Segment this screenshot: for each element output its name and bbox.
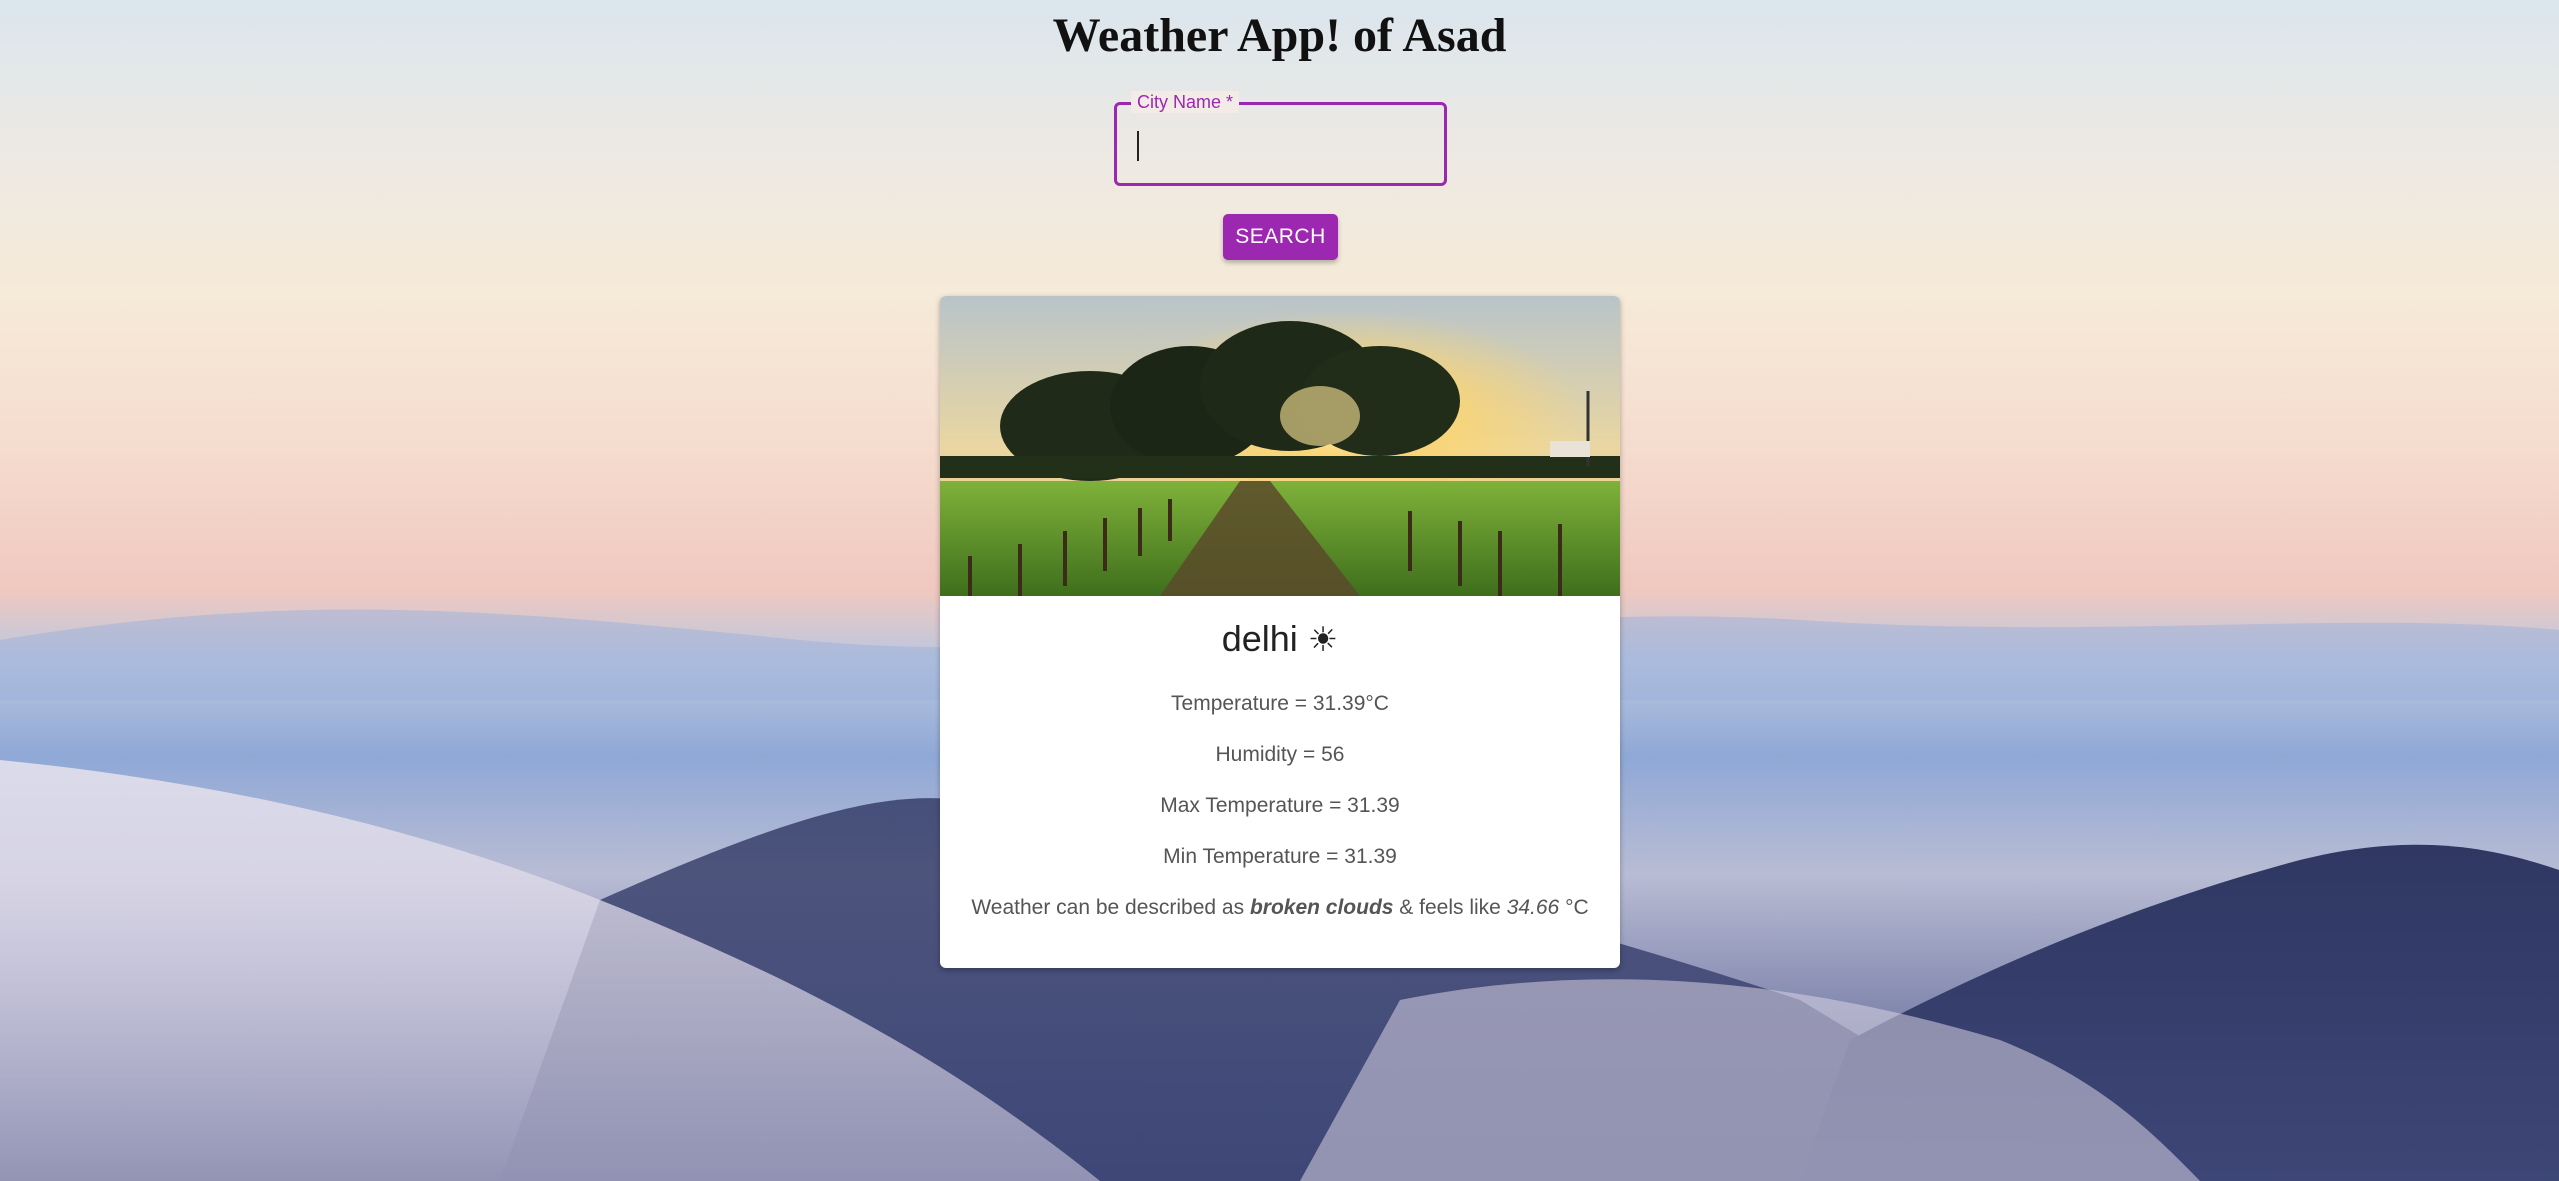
city-name-label: City Name * — [1131, 91, 1240, 113]
feels-suffix: °C — [1559, 896, 1589, 919]
humidity-text: Humidity = 56 — [1215, 743, 1345, 766]
city-name-field[interactable]: City Name * — [1114, 91, 1447, 186]
weather-description: Weather can be described as broken cloud… — [940, 896, 1620, 920]
max-temperature-text: Max Temperature = 31.39 — [1160, 794, 1400, 817]
temperature-text: Temperature = 31.39°C — [1171, 692, 1389, 715]
sun-icon: ☀ — [1307, 621, 1339, 659]
city-name: delhi — [1221, 618, 1298, 659]
search-button[interactable]: SEARCH — [1223, 214, 1338, 260]
text-caret — [1137, 131, 1139, 161]
description-prefix: Weather can be described as — [971, 896, 1250, 919]
description-value: broken clouds — [1249, 896, 1394, 919]
weather-card: delhi ☀ Temperature = 31.39°C Humidity = … — [940, 296, 1620, 968]
page-title: Weather App! of Asad — [1052, 9, 1507, 62]
feels-like-value: 34.66 — [1506, 896, 1560, 919]
feels-prefix: & feels like — [1393, 896, 1507, 919]
min-temperature-text: Min Temperature = 31.39 — [1163, 845, 1397, 868]
weather-card-image — [940, 296, 1620, 596]
city-heading: delhi ☀ — [940, 618, 1620, 660]
city-name-input[interactable] — [1131, 121, 1431, 167]
